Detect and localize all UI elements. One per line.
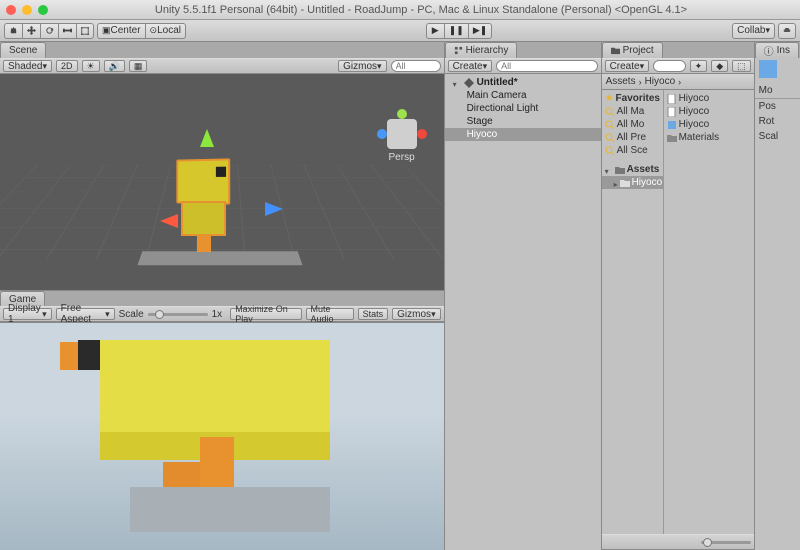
gizmo-x-arrow-icon[interactable] <box>265 202 290 216</box>
asset-folder-selected[interactable]: Hiyoco <box>602 176 663 189</box>
favorite-item[interactable]: All Ma <box>602 105 663 118</box>
crumb-item[interactable]: Hiyoco <box>645 76 676 87</box>
asset-item-prefab[interactable]: Hiyoco <box>664 118 754 131</box>
left-column: Scene Shaded ▾ 2D ☀ 🔊 ▦ Gizmos ▾ P <box>0 42 445 550</box>
hierarchy-item[interactable]: Main Camera <box>445 89 601 102</box>
scale-label: Scale <box>119 309 144 320</box>
aspect-dropdown[interactable]: Free Aspect ▾ <box>56 308 115 320</box>
project-save-icon[interactable]: ⬚ <box>732 60 751 72</box>
rotate-tool-button[interactable] <box>40 23 58 39</box>
assets-header[interactable]: Assets <box>602 163 663 176</box>
pivot-local-button[interactable]: ⊙ Local <box>145 23 186 39</box>
transform-rot[interactable]: Rot <box>755 114 800 129</box>
hierarchy-tab[interactable]: Hierarchy <box>445 42 518 58</box>
hiyoco-object <box>175 159 230 204</box>
transform-pos[interactable]: Pos <box>755 99 800 114</box>
pause-button[interactable]: ❚❚ <box>444 23 468 39</box>
project-label-icon[interactable]: ◆ <box>711 60 728 72</box>
hierarchy-panel: Hierarchy Create ▾ Untitled* Main Camera… <box>445 42 602 550</box>
project-folder-tree: ★Favorites All Ma All Mo All Pre All Sce… <box>602 90 664 534</box>
hand-tool-button[interactable] <box>4 23 22 39</box>
inspector-mo-row[interactable]: Mo <box>755 83 800 98</box>
hierarchy-search-input[interactable] <box>496 60 597 72</box>
scale-tool-button[interactable] <box>58 23 76 39</box>
scene-root-row[interactable]: Untitled* <box>445 76 601 89</box>
project-panel: Project Create ▾ ✦ ◆ ⬚ Assets › Hiyoco ›… <box>602 42 755 550</box>
mute-toggle[interactable]: Mute Audio <box>306 308 354 320</box>
favorite-item[interactable]: All Sce <box>602 144 663 157</box>
main-toolbar: ▣ Center ⊙ Local ▶ ❚❚ ▶❚ Collab ▾ <box>0 20 800 42</box>
scene-search-input[interactable] <box>391 60 441 72</box>
cloud-button[interactable] <box>778 23 796 39</box>
project-breadcrumb: Assets › Hiyoco › <box>602 74 754 90</box>
projection-label: Persp <box>389 152 415 163</box>
minimize-window-icon[interactable] <box>22 5 32 15</box>
asset-item-folder[interactable]: Materials <box>664 131 754 144</box>
scene-gizmos-dropdown[interactable]: Gizmos ▾ <box>338 60 386 72</box>
hierarchy-item-selected[interactable]: Hiyoco <box>445 128 601 141</box>
game-viewport[interactable] <box>0 322 444 550</box>
crumb-item[interactable]: Assets <box>606 76 636 87</box>
gizmo-y-arrow-icon[interactable] <box>200 122 214 147</box>
project-create-button[interactable]: Create ▾ <box>605 60 650 72</box>
scene-toolbar: Shaded ▾ 2D ☀ 🔊 ▦ Gizmos ▾ <box>0 58 444 74</box>
favorite-item[interactable]: All Pre <box>602 131 663 144</box>
project-asset-list: Hiyoco Hiyoco Hiyoco Materials <box>664 90 754 534</box>
asset-item[interactable]: Hiyoco <box>664 105 754 118</box>
hierarchy-tree: Untitled* Main Camera Directional Light … <box>445 74 601 550</box>
close-window-icon[interactable] <box>6 5 16 15</box>
inspector-tab[interactable]: ⓘ Ins <box>755 42 799 58</box>
collab-label: Collab <box>737 25 765 36</box>
step-button[interactable]: ▶❚ <box>468 23 492 39</box>
pivot-center-button[interactable]: ▣ Center <box>97 23 145 39</box>
project-zoom-slider[interactable] <box>701 541 751 544</box>
scale-value: 1x <box>212 309 223 320</box>
stage-object <box>137 251 302 265</box>
orientation-gizmo[interactable]: Persp <box>372 119 432 174</box>
window-titlebar: Unity 5.5.1f1 Personal (64bit) - Untitle… <box>0 0 800 20</box>
scene-light-toggle[interactable]: ☀ <box>82 60 100 72</box>
scale-slider[interactable] <box>148 313 208 316</box>
favorite-item[interactable]: All Mo <box>602 118 663 131</box>
window-title: Unity 5.5.1f1 Personal (64bit) - Untitle… <box>48 4 794 16</box>
scene-viewport[interactable]: Persp <box>0 74 444 290</box>
game-toolbar: Display 1 ▾ Free Aspect ▾ Scale 1x Maxim… <box>0 306 444 322</box>
move-tool-button[interactable] <box>22 23 40 39</box>
shading-mode-dropdown[interactable]: Shaded ▾ <box>3 60 52 72</box>
rect-tool-button[interactable] <box>76 23 94 39</box>
maximize-window-icon[interactable] <box>38 5 48 15</box>
inspector-panel: ⓘ Ins Mo Pos Rot Scal <box>755 42 800 550</box>
stats-toggle[interactable]: Stats <box>358 308 389 320</box>
maximize-toggle[interactable]: Maximize On Play <box>230 308 301 320</box>
scene-fx-toggle[interactable]: ▦ <box>129 60 148 72</box>
collab-button[interactable]: Collab ▾ <box>732 23 775 39</box>
gizmo-z-arrow-icon[interactable] <box>153 214 178 228</box>
mode-2d-toggle[interactable]: 2D <box>56 60 78 72</box>
project-tab[interactable]: Project <box>602 42 663 58</box>
traffic-lights <box>6 5 48 15</box>
transform-scale[interactable]: Scal <box>755 129 800 144</box>
project-search-input[interactable] <box>653 60 686 72</box>
hierarchy-create-button[interactable]: Create ▾ <box>448 60 493 72</box>
pivot-local-label: Local <box>157 25 181 36</box>
transform-tool-group <box>4 23 94 39</box>
inspector-icon-row <box>755 58 800 83</box>
display-dropdown[interactable]: Display 1 ▾ <box>3 308 52 320</box>
hierarchy-item[interactable]: Directional Light <box>445 102 601 115</box>
scene-tab[interactable]: Scene <box>0 42 46 58</box>
pivot-toggle-group: ▣ Center ⊙ Local <box>97 23 186 39</box>
hierarchy-item[interactable]: Stage <box>445 115 601 128</box>
favorites-header[interactable]: ★Favorites <box>602 92 663 105</box>
asset-item[interactable]: Hiyoco <box>664 92 754 105</box>
scene-audio-toggle[interactable]: 🔊 <box>104 60 125 72</box>
game-gizmos-dropdown[interactable]: Gizmos ▾ <box>392 308 440 320</box>
playback-group: ▶ ❚❚ ▶❚ <box>426 23 493 39</box>
play-button[interactable]: ▶ <box>426 23 444 39</box>
pivot-center-label: Center <box>111 25 141 36</box>
project-filter-icon[interactable]: ✦ <box>690 60 708 72</box>
